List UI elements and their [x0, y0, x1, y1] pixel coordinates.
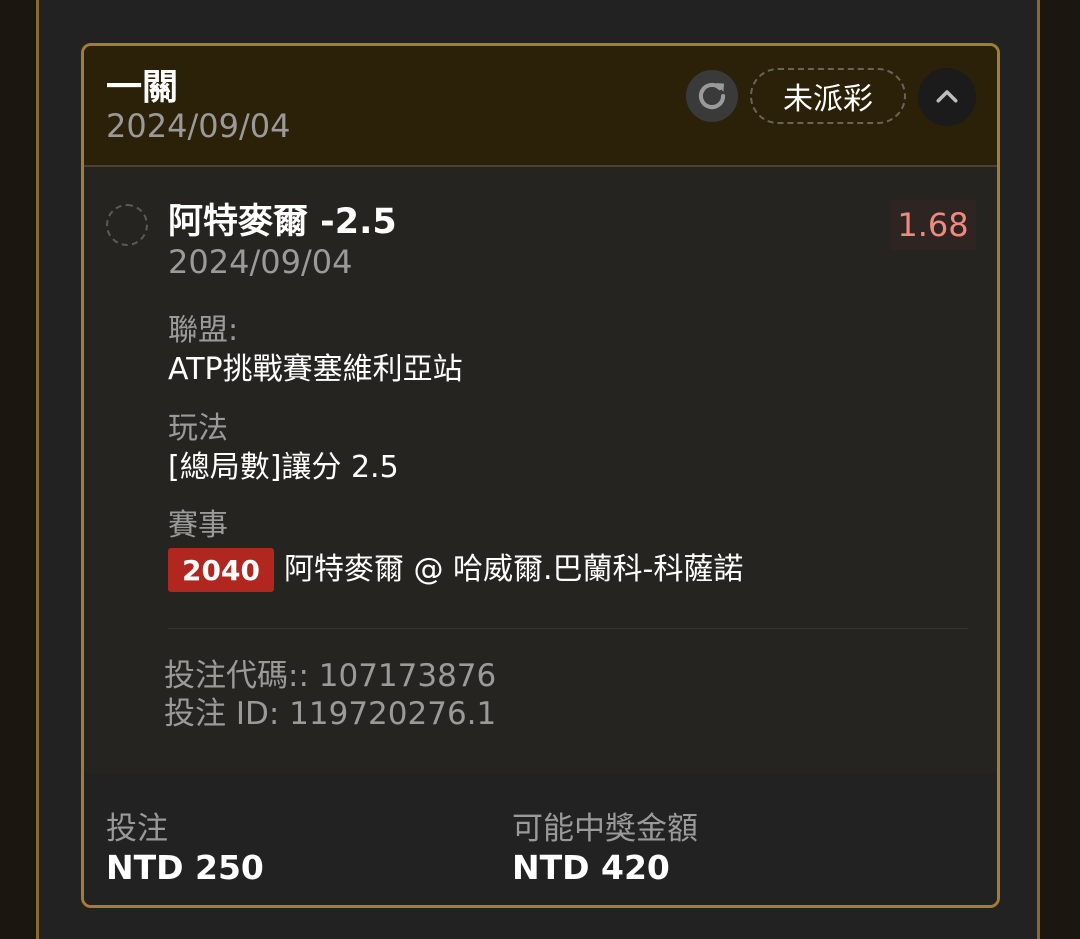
event-row: 2040 阿特麥爾 @ 哈威爾.巴蘭科-科薩諾: [168, 548, 743, 592]
status-badge: 未派彩: [750, 68, 906, 124]
refresh-button[interactable]: [686, 70, 738, 122]
divider: [168, 628, 968, 629]
bet-card-header[interactable]: 一關 2024/09/04 未派彩: [84, 46, 997, 167]
radio-circle-icon[interactable]: [106, 204, 148, 246]
bet-card: 一關 2024/09/04 未派彩 阿特麥爾 -2.5 2024/09/04 1…: [81, 43, 1000, 908]
chevron-up-icon: [936, 90, 958, 103]
payout-value: NTD 420: [512, 848, 670, 887]
bet-id: 投注 ID: 119720276.1: [164, 696, 497, 732]
league-label: 聯盟:: [168, 313, 239, 348]
event-code-badge: 2040: [168, 548, 274, 592]
collapse-button[interactable]: [918, 68, 976, 126]
payout-label: 可能中獎金額: [512, 811, 698, 847]
odds-badge: 1.68: [890, 200, 976, 250]
stake-value: NTD 250: [106, 848, 264, 887]
event-label: 賽事: [168, 508, 228, 543]
selection-date: 2024/09/04: [168, 243, 353, 281]
selection-name: 阿特麥爾 -2.5: [168, 202, 397, 242]
refresh-icon: [698, 82, 726, 110]
bet-summary-footer: 投注 NTD 250 可能中獎金額 NTD 420: [84, 773, 997, 905]
bet-type-value: [總局數]讓分 2.5: [168, 450, 399, 485]
event-name: 阿特麥爾 @ 哈威爾.巴蘭科-科薩諾: [283, 552, 744, 587]
bet-type-title: 一關: [106, 67, 179, 108]
bet-date: 2024/09/04: [106, 107, 291, 145]
stake-label: 投注: [106, 811, 168, 847]
bet-code: 投注代碼:: 107173876: [164, 658, 497, 694]
bet-type-label: 玩法: [168, 411, 228, 446]
league-value: ATP挑戰賽塞維利亞站: [168, 352, 463, 387]
